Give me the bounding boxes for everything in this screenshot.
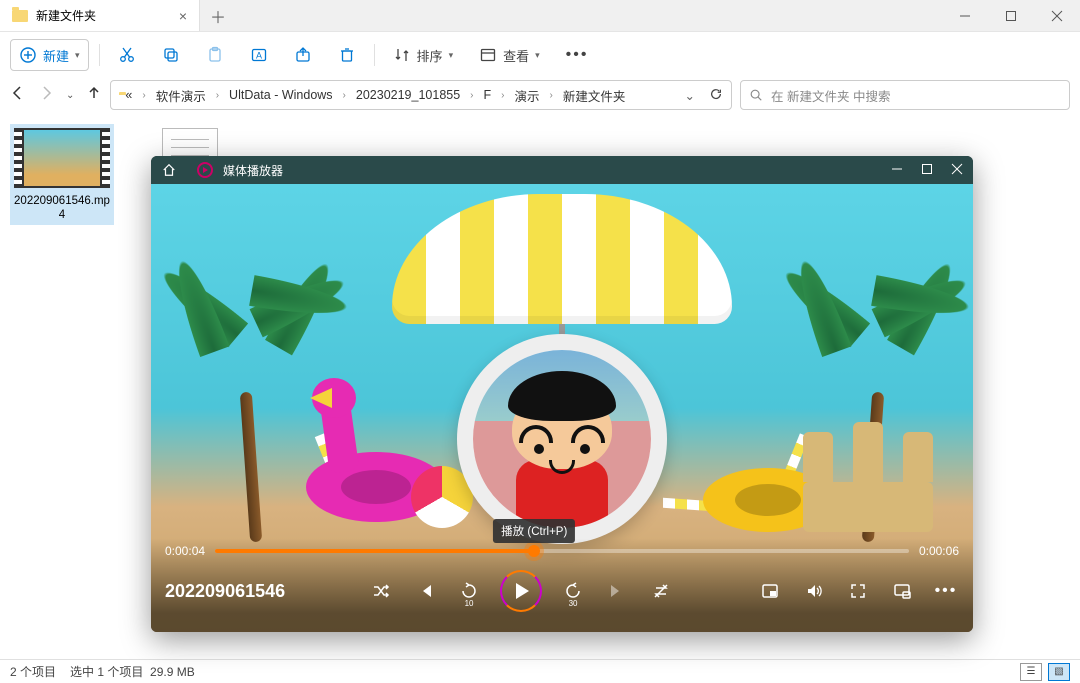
video-thumbnail-icon [22,128,102,188]
view-button[interactable]: 查看 ▾ [471,39,548,71]
share-button[interactable] [286,39,320,71]
address-dropdown[interactable]: ⌄ [685,88,695,103]
mini-player-button[interactable] [757,578,783,604]
chevron-right-icon: › [501,90,504,101]
address-row: ⌄ « › 软件演示 › UltData - Windows › 2023021… [0,78,1080,116]
chevron-right-icon: › [550,90,553,101]
up-button[interactable] [86,85,102,106]
cast-button[interactable] [889,578,915,604]
progress-slider[interactable]: 播放 (Ctrl+P) [215,549,909,553]
chevron-down-icon: ▾ [535,50,540,61]
player-app-icon [197,162,213,178]
chevron-right-icon: › [216,90,219,101]
sort-button[interactable]: 排序 ▾ [385,39,462,71]
player-minimize-button[interactable] [891,163,903,178]
history-dropdown[interactable]: ⌄ [66,90,74,101]
breadcrumb-item[interactable]: UltData - Windows [229,88,333,102]
chevron-down-icon: ▾ [75,50,80,61]
more-button[interactable]: ••• [933,578,959,604]
player-app-name: 媒体播放器 [223,162,283,179]
breadcrumb-item[interactable]: 20230219_101855 [356,88,460,102]
window-titlebar: 新建文件夹 × ＋ [0,0,1080,32]
skip-back-button[interactable]: 10 [456,578,482,604]
more-button[interactable]: ••• [558,39,597,71]
chevron-right-icon: › [470,90,473,101]
chevron-right-icon: › [142,90,145,101]
search-placeholder: 在 新建文件夹 中搜索 [771,86,890,105]
view-label: 查看 [503,46,529,65]
play-tooltip: 播放 (Ctrl+P) [493,519,575,543]
chevron-down-icon: ▾ [449,50,454,61]
item-count: 2 个项目 [10,663,56,680]
breadcrumb-item[interactable]: 演示 [515,86,540,105]
close-button[interactable] [1034,0,1080,31]
toolbar: 新建 ▾ A 排序 ▾ 查看 ▾ ••• [0,32,1080,78]
home-button[interactable] [161,163,177,177]
nav-buttons: ⌄ [10,85,102,106]
new-tab-button[interactable]: ＋ [200,0,236,31]
sort-label: 排序 [417,46,443,65]
new-button[interactable]: 新建 ▾ [10,39,89,71]
player-maximize-button[interactable] [921,163,933,178]
copy-button[interactable] [154,39,188,71]
forward-button[interactable] [38,85,54,106]
scene-decoration [392,194,732,324]
breadcrumb-item[interactable]: 软件演示 [156,86,206,105]
volume-button[interactable] [801,578,827,604]
svg-text:A: A [256,51,262,61]
address-bar[interactable]: « › 软件演示 › UltData - Windows › 20230219_… [110,80,732,110]
next-button[interactable] [604,578,630,604]
time-current: 0:00:04 [165,544,205,558]
window-tab[interactable]: 新建文件夹 × [0,0,200,31]
player-titlebar: 媒体播放器 [151,156,973,184]
breadcrumb-item[interactable]: F [484,88,492,102]
breadcrumb-overflow[interactable]: « [125,88,132,102]
search-input[interactable]: 在 新建文件夹 中搜索 [740,80,1070,110]
player-close-button[interactable] [951,163,963,178]
new-label: 新建 [43,46,69,65]
previous-button[interactable] [412,578,438,604]
tab-close-icon[interactable]: × [179,8,187,24]
selection-info: 选中 1 个项目 29.9 MB [70,663,195,680]
folder-icon [12,8,28,24]
video-canvas[interactable]: 0:00:04 播放 (Ctrl+P) 0:00:06 202209061546… [151,184,973,632]
shuffle-button[interactable] [368,578,394,604]
file-item-video[interactable]: 202209061546.mp4 [10,124,114,225]
status-bar: 2 个项目 选中 1 个项目 29.9 MB ☰ ▧ [0,659,1080,683]
skip-forward-button[interactable]: 30 [560,578,586,604]
breadcrumb-item[interactable]: 新建文件夹 [563,86,626,105]
thumbnails-view-button[interactable]: ▧ [1048,663,1070,681]
media-title: 202209061546 [165,581,285,602]
paste-button[interactable] [198,39,232,71]
minimize-button[interactable] [942,0,988,31]
tab-title: 新建文件夹 [36,7,96,24]
file-name: 202209061546.mp4 [10,194,114,225]
repeat-button[interactable] [648,578,674,604]
refresh-button[interactable] [709,87,723,104]
delete-button[interactable] [330,39,364,71]
play-button[interactable] [500,570,542,612]
player-controls: 0:00:04 播放 (Ctrl+P) 0:00:06 202209061546… [151,538,973,632]
scene-decoration [793,422,943,532]
time-total: 0:00:06 [919,544,959,558]
back-button[interactable] [10,85,26,106]
window-controls [942,0,1080,31]
details-view-button[interactable]: ☰ [1020,663,1042,681]
scene-decoration [457,334,667,544]
cut-button[interactable] [110,39,144,71]
maximize-button[interactable] [988,0,1034,31]
media-player-window: 媒体播放器 [151,156,973,632]
fullscreen-button[interactable] [845,578,871,604]
search-icon [749,88,763,102]
rename-button[interactable]: A [242,39,276,71]
separator [374,44,375,66]
chevron-right-icon: › [343,90,346,101]
separator [99,44,100,66]
